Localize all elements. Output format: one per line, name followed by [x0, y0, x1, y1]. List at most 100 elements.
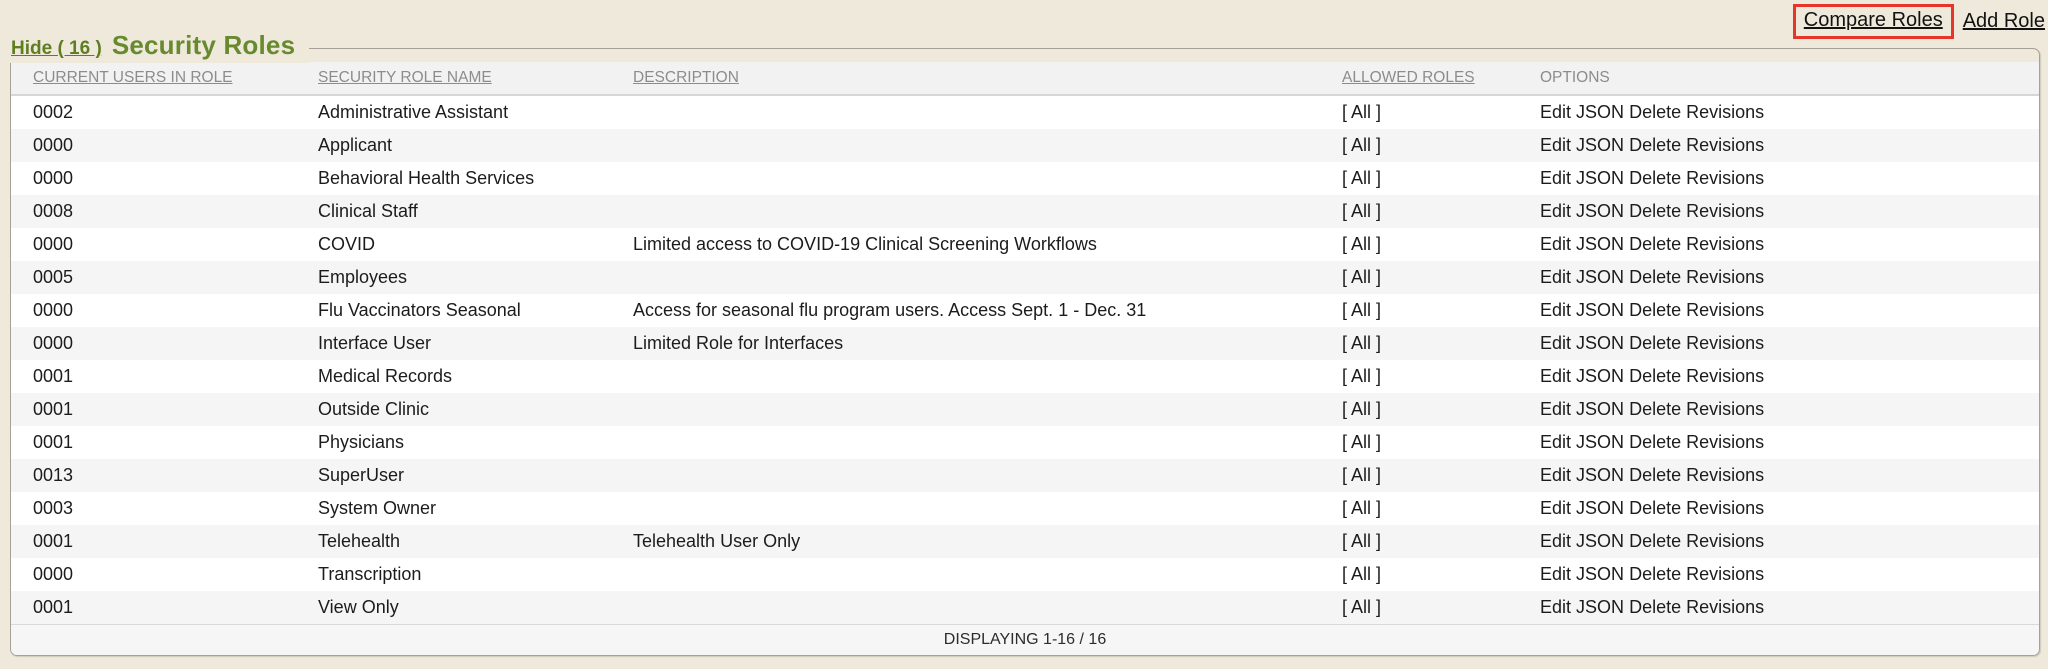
option-link-revisions[interactable]: Revisions [1686, 531, 1764, 551]
toolbar: Compare Roles Add Role [1793, 4, 2045, 39]
option-link-json[interactable]: JSON [1576, 168, 1624, 188]
option-link-delete[interactable]: Delete [1629, 168, 1681, 188]
option-link-delete[interactable]: Delete [1629, 498, 1681, 518]
option-link-revisions[interactable]: Revisions [1686, 597, 1764, 617]
hide-toggle-link[interactable]: Hide ( 16 ) [11, 38, 102, 60]
option-link-edit[interactable]: Edit [1540, 300, 1571, 320]
option-link-edit[interactable]: Edit [1540, 564, 1571, 584]
role-name-cell: Physicians [296, 426, 611, 459]
allowed-roles-cell: [ All ] [1320, 195, 1518, 228]
option-link-json[interactable]: JSON [1576, 333, 1624, 353]
allowed-roles-cell: [ All ] [1320, 558, 1518, 591]
column-header-description[interactable]: DESCRIPTION [611, 62, 1320, 95]
role-name-cell: Interface User [296, 327, 611, 360]
description-cell: Access for seasonal flu program users. A… [611, 294, 1320, 327]
option-link-delete[interactable]: Delete [1629, 366, 1681, 386]
option-link-delete[interactable]: Delete [1629, 432, 1681, 452]
column-header-allowed-roles[interactable]: ALLOWED ROLES [1320, 62, 1518, 95]
option-link-revisions[interactable]: Revisions [1686, 300, 1764, 320]
option-link-edit[interactable]: Edit [1540, 201, 1571, 221]
option-link-revisions[interactable]: Revisions [1686, 498, 1764, 518]
add-role-link[interactable]: Add Role [1963, 10, 2045, 33]
option-link-json[interactable]: JSON [1576, 498, 1624, 518]
option-link-revisions[interactable]: Revisions [1686, 135, 1764, 155]
option-link-delete[interactable]: Delete [1629, 102, 1681, 122]
option-link-delete[interactable]: Delete [1629, 399, 1681, 419]
description-cell: Limited Role for Interfaces [611, 327, 1320, 360]
option-link-json[interactable]: JSON [1576, 366, 1624, 386]
description-cell [611, 558, 1320, 591]
option-link-edit[interactable]: Edit [1540, 531, 1571, 551]
table-row: 0001View Only[ All ]Edit JSON Delete Rev… [11, 591, 2039, 625]
option-link-revisions[interactable]: Revisions [1686, 234, 1764, 254]
allowed-roles-cell: [ All ] [1320, 228, 1518, 261]
option-link-edit[interactable]: Edit [1540, 366, 1571, 386]
option-link-json[interactable]: JSON [1576, 300, 1624, 320]
option-link-json[interactable]: JSON [1576, 432, 1624, 452]
option-link-json[interactable]: JSON [1576, 102, 1624, 122]
role-name-cell: System Owner [296, 492, 611, 525]
option-link-edit[interactable]: Edit [1540, 399, 1571, 419]
option-link-delete[interactable]: Delete [1629, 465, 1681, 485]
option-link-revisions[interactable]: Revisions [1686, 564, 1764, 584]
option-link-revisions[interactable]: Revisions [1686, 267, 1764, 287]
options-cell: Edit JSON Delete Revisions [1518, 327, 2039, 360]
current-users-cell: 0005 [11, 261, 296, 294]
option-link-json[interactable]: JSON [1576, 201, 1624, 221]
option-link-revisions[interactable]: Revisions [1686, 333, 1764, 353]
option-link-revisions[interactable]: Revisions [1686, 465, 1764, 485]
option-link-json[interactable]: JSON [1576, 234, 1624, 254]
allowed-roles-cell: [ All ] [1320, 360, 1518, 393]
option-link-revisions[interactable]: Revisions [1686, 168, 1764, 188]
option-link-edit[interactable]: Edit [1540, 168, 1571, 188]
option-link-json[interactable]: JSON [1576, 531, 1624, 551]
option-link-revisions[interactable]: Revisions [1686, 102, 1764, 122]
description-cell [611, 459, 1320, 492]
option-link-edit[interactable]: Edit [1540, 333, 1571, 353]
option-link-edit[interactable]: Edit [1540, 135, 1571, 155]
option-link-revisions[interactable]: Revisions [1686, 399, 1764, 419]
allowed-roles-cell: [ All ] [1320, 129, 1518, 162]
option-link-delete[interactable]: Delete [1629, 201, 1681, 221]
option-link-json[interactable]: JSON [1576, 465, 1624, 485]
column-header-current-users[interactable]: CURRENT USERS IN ROLE [11, 62, 296, 95]
options-cell: Edit JSON Delete Revisions [1518, 95, 2039, 129]
table-row: 0000Applicant[ All ]Edit JSON Delete Rev… [11, 129, 2039, 162]
options-cell: Edit JSON Delete Revisions [1518, 261, 2039, 294]
option-link-edit[interactable]: Edit [1540, 267, 1571, 287]
option-link-json[interactable]: JSON [1576, 399, 1624, 419]
option-link-edit[interactable]: Edit [1540, 465, 1571, 485]
column-header-role-name[interactable]: SECURITY ROLE NAME [296, 62, 611, 95]
option-link-delete[interactable]: Delete [1629, 135, 1681, 155]
description-cell [611, 591, 1320, 625]
current-users-cell: 0003 [11, 492, 296, 525]
option-link-json[interactable]: JSON [1576, 267, 1624, 287]
role-name-cell: Medical Records [296, 360, 611, 393]
option-link-delete[interactable]: Delete [1629, 300, 1681, 320]
option-link-json[interactable]: JSON [1576, 597, 1624, 617]
panel-legend: Hide ( 16 ) Security Roles [8, 30, 309, 63]
option-link-delete[interactable]: Delete [1629, 333, 1681, 353]
option-link-edit[interactable]: Edit [1540, 234, 1571, 254]
option-link-delete[interactable]: Delete [1629, 234, 1681, 254]
option-link-revisions[interactable]: Revisions [1686, 432, 1764, 452]
option-link-edit[interactable]: Edit [1540, 597, 1571, 617]
option-link-edit[interactable]: Edit [1540, 432, 1571, 452]
role-name-cell: Behavioral Health Services [296, 162, 611, 195]
option-link-json[interactable]: JSON [1576, 135, 1624, 155]
current-users-cell: 0000 [11, 129, 296, 162]
option-link-json[interactable]: JSON [1576, 564, 1624, 584]
option-link-edit[interactable]: Edit [1540, 498, 1571, 518]
option-link-revisions[interactable]: Revisions [1686, 201, 1764, 221]
option-link-delete[interactable]: Delete [1629, 267, 1681, 287]
compare-roles-link[interactable]: Compare Roles [1804, 9, 1943, 31]
role-name-cell: Flu Vaccinators Seasonal [296, 294, 611, 327]
option-link-edit[interactable]: Edit [1540, 102, 1571, 122]
option-link-delete[interactable]: Delete [1629, 531, 1681, 551]
description-cell [611, 393, 1320, 426]
description-cell [611, 492, 1320, 525]
option-link-delete[interactable]: Delete [1629, 564, 1681, 584]
option-link-delete[interactable]: Delete [1629, 597, 1681, 617]
options-cell: Edit JSON Delete Revisions [1518, 492, 2039, 525]
option-link-revisions[interactable]: Revisions [1686, 366, 1764, 386]
